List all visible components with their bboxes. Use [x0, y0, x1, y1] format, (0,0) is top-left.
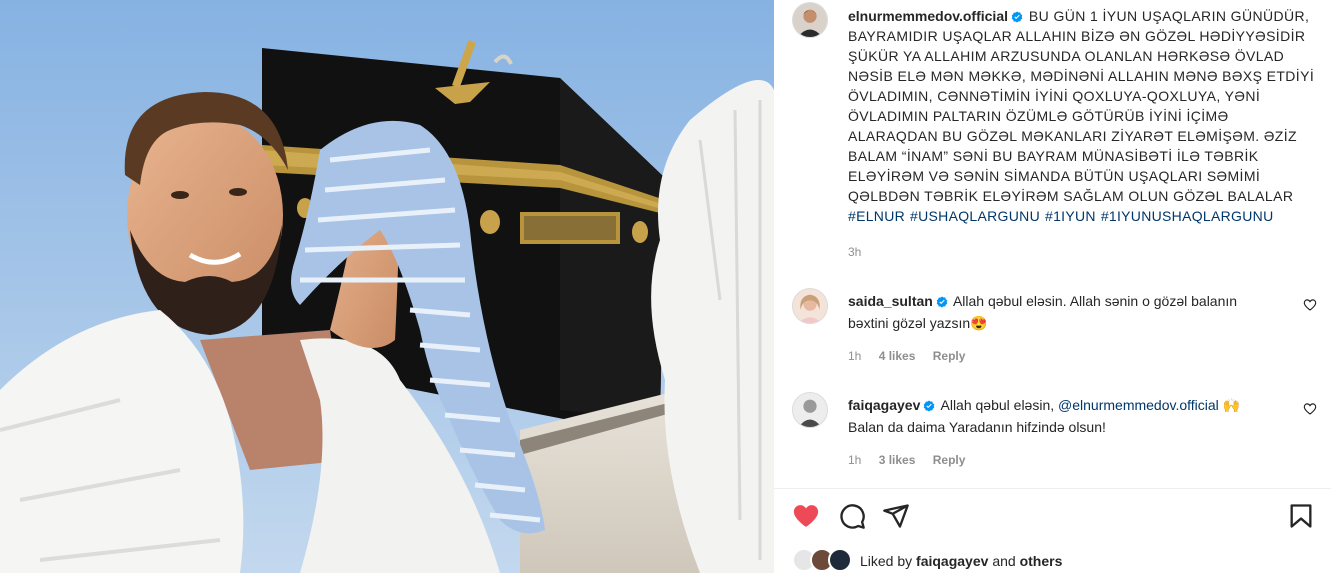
comment-likes[interactable]: 4 likes	[879, 349, 916, 363]
comment-meta: 1h 3 likes Reply	[848, 453, 979, 467]
author-avatar[interactable]	[792, 2, 828, 38]
verified-badge-icon	[924, 400, 935, 412]
hashtag-link[interactable]: #1IYUN	[1045, 208, 1096, 224]
hashtag-link[interactable]: #USHAQLARGUNU	[910, 208, 1040, 224]
comment-text-block: faiqagayev Allah qəbul eləsin, @elnurmem…	[848, 394, 1278, 438]
share-icon[interactable]	[882, 502, 910, 530]
verified-badge-icon	[936, 296, 948, 308]
liked-by-user-link[interactable]: faiqagayev	[916, 553, 988, 569]
liked-by-text: Liked by faiqagayev and others	[860, 553, 1062, 569]
heart-outline-icon[interactable]	[1303, 402, 1317, 416]
post-timestamp[interactable]: 3h	[848, 245, 861, 259]
heart-outline-icon[interactable]	[1303, 298, 1317, 312]
post-image[interactable]	[0, 0, 774, 573]
comment-icon[interactable]	[838, 502, 866, 530]
author-username[interactable]: elnurmemmedov.official	[848, 8, 1008, 24]
kaaba-selfie-photo	[0, 0, 774, 573]
reply-button[interactable]: Reply	[933, 349, 966, 363]
post-details-panel: elnurmemmedov.official BU GÜN 1 İYUN UŞA…	[774, 0, 1331, 573]
hashtag-link[interactable]: #ELNUR	[848, 208, 905, 224]
liked-by-joiner: and	[992, 553, 1016, 569]
comment-time[interactable]: 1h	[848, 349, 861, 363]
commenter-avatar[interactable]	[792, 392, 828, 428]
verified-badge-icon	[1011, 11, 1023, 23]
comment-text-continued: Balan da daima Yaradanın hifzində olsun!	[848, 419, 1106, 435]
liker-avatars	[792, 548, 854, 572]
caption-text: BU GÜN 1 İYUN UŞAQLARIN GÜNÜDÜR, BAYRAMI…	[848, 8, 1315, 204]
heart-icon[interactable]	[792, 502, 820, 530]
liked-by-prefix: Liked by	[860, 553, 913, 569]
raising-hands-emoji: 🙌	[1222, 397, 1241, 413]
comment-text: Allah qəbul eləsin,	[940, 397, 1059, 413]
liked-by-others-link[interactable]: others	[1020, 553, 1063, 569]
caption-text-block: elnurmemmedov.official BU GÜN 1 İYUN UŞA…	[848, 6, 1318, 226]
commenter-username[interactable]: saida_sultan	[848, 293, 933, 309]
mention-link[interactable]: @elnurmemmedov.official	[1058, 397, 1219, 413]
comment-likes[interactable]: 3 likes	[879, 453, 916, 467]
hashtag-link[interactable]: #1IYUNUSHAQLARGUNU	[1101, 208, 1274, 224]
reply-button[interactable]: Reply	[933, 453, 966, 467]
liker-avatar[interactable]	[828, 548, 852, 572]
bookmark-icon[interactable]	[1287, 502, 1315, 530]
comment-meta: 1h 4 likes Reply	[848, 349, 979, 363]
heart-eyes-emoji: 😍	[970, 315, 988, 331]
comment-text-block: saida_sultan Allah qəbul eləsin. Allah s…	[848, 290, 1278, 334]
comment-time[interactable]: 1h	[848, 453, 861, 467]
post-action-bar	[792, 502, 1316, 532]
divider	[774, 488, 1331, 489]
likes-summary: Liked by faiqagayev and others	[792, 548, 1312, 573]
caption-hashtags: #ELNUR #USHAQLARGUNU #1IYUN #1IYUNUSHAQLARG…	[848, 208, 1278, 224]
commenter-avatar[interactable]	[792, 288, 828, 324]
commenter-username[interactable]: faiqagayev	[848, 397, 920, 413]
